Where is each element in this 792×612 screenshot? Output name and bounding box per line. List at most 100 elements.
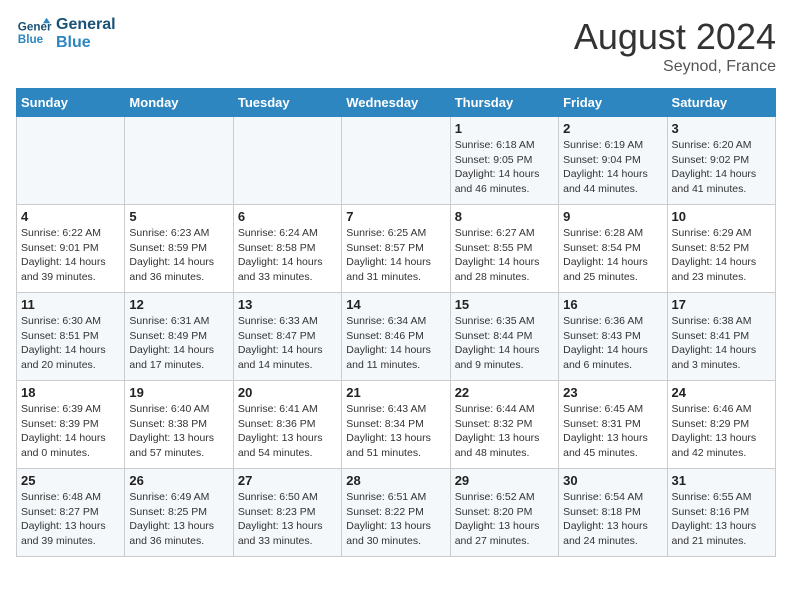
day-info: Sunrise: 6:25 AM Sunset: 8:57 PM Dayligh… — [346, 226, 445, 285]
day-info: Sunrise: 6:29 AM Sunset: 8:52 PM Dayligh… — [672, 226, 771, 285]
day-info: Sunrise: 6:28 AM Sunset: 8:54 PM Dayligh… — [563, 226, 662, 285]
day-info: Sunrise: 6:35 AM Sunset: 8:44 PM Dayligh… — [455, 314, 554, 373]
weekday-row: SundayMondayTuesdayWednesdayThursdayFrid… — [17, 89, 776, 117]
day-number: 24 — [672, 385, 771, 400]
calendar-cell: 3 Sunrise: 6:20 AM Sunset: 9:02 PM Daylig… — [667, 117, 775, 205]
day-number: 1 — [455, 121, 554, 136]
day-info: Sunrise: 6:40 AM Sunset: 8:38 PM Dayligh… — [129, 402, 228, 461]
calendar-cell: 1 Sunrise: 6:18 AM Sunset: 9:05 PM Daylig… — [450, 117, 558, 205]
calendar-cell: 9 Sunrise: 6:28 AM Sunset: 8:54 PM Daylig… — [559, 205, 667, 293]
day-number: 20 — [238, 385, 337, 400]
day-number: 21 — [346, 385, 445, 400]
calendar-week-2: 4 Sunrise: 6:22 AM Sunset: 9:01 PM Daylig… — [17, 205, 776, 293]
weekday-header-sunday: Sunday — [17, 89, 125, 117]
weekday-header-thursday: Thursday — [450, 89, 558, 117]
day-info: Sunrise: 6:38 AM Sunset: 8:41 PM Dayligh… — [672, 314, 771, 373]
calendar-cell: 29 Sunrise: 6:52 AM Sunset: 8:20 PM Dayli… — [450, 469, 558, 557]
calendar-cell: 13 Sunrise: 6:33 AM Sunset: 8:47 PM Dayli… — [233, 293, 341, 381]
day-number: 28 — [346, 473, 445, 488]
day-info: Sunrise: 6:48 AM Sunset: 8:27 PM Dayligh… — [21, 490, 120, 549]
day-number: 9 — [563, 209, 662, 224]
day-number: 22 — [455, 385, 554, 400]
day-number: 11 — [21, 297, 120, 312]
day-number: 15 — [455, 297, 554, 312]
day-number: 7 — [346, 209, 445, 224]
weekday-header-wednesday: Wednesday — [342, 89, 450, 117]
logo-line2: Blue — [56, 34, 116, 52]
calendar-cell: 15 Sunrise: 6:35 AM Sunset: 8:44 PM Dayli… — [450, 293, 558, 381]
day-number: 10 — [672, 209, 771, 224]
svg-text:Blue: Blue — [18, 33, 44, 46]
day-info: Sunrise: 6:27 AM Sunset: 8:55 PM Dayligh… — [455, 226, 554, 285]
day-number: 5 — [129, 209, 228, 224]
day-number: 8 — [455, 209, 554, 224]
calendar-cell: 22 Sunrise: 6:44 AM Sunset: 8:32 PM Dayli… — [450, 381, 558, 469]
logo-icon: General Blue — [16, 16, 52, 52]
day-number: 12 — [129, 297, 228, 312]
logo: General Blue General Blue — [16, 16, 116, 52]
calendar-cell: 27Sunrise: 6:50 AM Sunset: 8:23 PM Dayli… — [233, 469, 341, 557]
calendar-cell — [125, 117, 233, 205]
day-number: 4 — [21, 209, 120, 224]
day-info: Sunrise: 6:54 AM Sunset: 8:18 PM Dayligh… — [563, 490, 662, 549]
logo-line1: General — [56, 16, 116, 34]
day-number: 16 — [563, 297, 662, 312]
day-info: Sunrise: 6:41 AM Sunset: 8:36 PM Dayligh… — [238, 402, 337, 461]
calendar-cell: 12 Sunrise: 6:31 AM Sunset: 8:49 PM Dayli… — [125, 293, 233, 381]
location-title: Seynod, France — [574, 58, 776, 76]
calendar-cell: 31Sunrise: 6:55 AM Sunset: 8:16 PM Dayli… — [667, 469, 775, 557]
day-number: 18 — [21, 385, 120, 400]
calendar-cell — [342, 117, 450, 205]
weekday-header-monday: Monday — [125, 89, 233, 117]
calendar-cell: 30 Sunrise: 6:54 AM Sunset: 8:18 PM Dayli… — [559, 469, 667, 557]
calendar-cell: 11 Sunrise: 6:30 AM Sunset: 8:51 PM Dayli… — [17, 293, 125, 381]
calendar-cell: 7 Sunrise: 6:25 AM Sunset: 8:57 PM Daylig… — [342, 205, 450, 293]
day-info: Sunrise: 6:45 AM Sunset: 8:31 PM Dayligh… — [563, 402, 662, 461]
calendar-header: SundayMondayTuesdayWednesdayThursdayFrid… — [17, 89, 776, 117]
calendar-cell: 2 Sunrise: 6:19 AM Sunset: 9:04 PM Daylig… — [559, 117, 667, 205]
day-info: Sunrise: 6:44 AM Sunset: 8:32 PM Dayligh… — [455, 402, 554, 461]
day-info: Sunrise: 6:24 AM Sunset: 8:58 PM Dayligh… — [238, 226, 337, 285]
calendar-week-4: 18 Sunrise: 6:39 AM Sunset: 8:39 PM Dayli… — [17, 381, 776, 469]
calendar-week-1: 1 Sunrise: 6:18 AM Sunset: 9:05 PM Daylig… — [17, 117, 776, 205]
day-info: Sunrise: 6:33 AM Sunset: 8:47 PM Dayligh… — [238, 314, 337, 373]
calendar-cell: 16Sunrise: 6:36 AM Sunset: 8:43 PM Dayli… — [559, 293, 667, 381]
day-info: Sunrise: 6:22 AM Sunset: 9:01 PM Dayligh… — [21, 226, 120, 285]
day-info: Sunrise: 6:46 AM Sunset: 8:29 PM Dayligh… — [672, 402, 771, 461]
calendar-cell: 17Sunrise: 6:38 AM Sunset: 8:41 PM Dayli… — [667, 293, 775, 381]
calendar-cell: 6Sunrise: 6:24 AM Sunset: 8:58 PM Daylig… — [233, 205, 341, 293]
day-number: 23 — [563, 385, 662, 400]
calendar-cell: 24 Sunrise: 6:46 AM Sunset: 8:29 PM Dayli… — [667, 381, 775, 469]
day-number: 14 — [346, 297, 445, 312]
title-block: August 2024 Seynod, France — [574, 16, 776, 76]
calendar-cell — [17, 117, 125, 205]
day-info: Sunrise: 6:20 AM Sunset: 9:02 PM Dayligh… — [672, 138, 771, 197]
day-number: 30 — [563, 473, 662, 488]
calendar-cell: 28Sunrise: 6:51 AM Sunset: 8:22 PM Dayli… — [342, 469, 450, 557]
day-info: Sunrise: 6:52 AM Sunset: 8:20 PM Dayligh… — [455, 490, 554, 549]
day-info: Sunrise: 6:39 AM Sunset: 8:39 PM Dayligh… — [21, 402, 120, 461]
day-info: Sunrise: 6:49 AM Sunset: 8:25 PM Dayligh… — [129, 490, 228, 549]
calendar-cell: 4 Sunrise: 6:22 AM Sunset: 9:01 PM Daylig… — [17, 205, 125, 293]
day-info: Sunrise: 6:31 AM Sunset: 8:49 PM Dayligh… — [129, 314, 228, 373]
day-info: Sunrise: 6:34 AM Sunset: 8:46 PM Dayligh… — [346, 314, 445, 373]
weekday-header-saturday: Saturday — [667, 89, 775, 117]
day-info: Sunrise: 6:18 AM Sunset: 9:05 PM Dayligh… — [455, 138, 554, 197]
weekday-header-friday: Friday — [559, 89, 667, 117]
day-info: Sunrise: 6:19 AM Sunset: 9:04 PM Dayligh… — [563, 138, 662, 197]
calendar-week-3: 11 Sunrise: 6:30 AM Sunset: 8:51 PM Dayli… — [17, 293, 776, 381]
day-number: 13 — [238, 297, 337, 312]
calendar-cell: 5Sunrise: 6:23 AM Sunset: 8:59 PM Daylig… — [125, 205, 233, 293]
calendar-body: 1 Sunrise: 6:18 AM Sunset: 9:05 PM Daylig… — [17, 117, 776, 557]
calendar-cell — [233, 117, 341, 205]
day-number: 3 — [672, 121, 771, 136]
month-title: August 2024 — [574, 16, 776, 58]
day-number: 2 — [563, 121, 662, 136]
calendar-cell: 19Sunrise: 6:40 AM Sunset: 8:38 PM Dayli… — [125, 381, 233, 469]
day-number: 29 — [455, 473, 554, 488]
day-number: 31 — [672, 473, 771, 488]
calendar-cell: 18 Sunrise: 6:39 AM Sunset: 8:39 PM Dayli… — [17, 381, 125, 469]
calendar-cell: 21Sunrise: 6:43 AM Sunset: 8:34 PM Dayli… — [342, 381, 450, 469]
day-info: Sunrise: 6:30 AM Sunset: 8:51 PM Dayligh… — [21, 314, 120, 373]
day-number: 27 — [238, 473, 337, 488]
